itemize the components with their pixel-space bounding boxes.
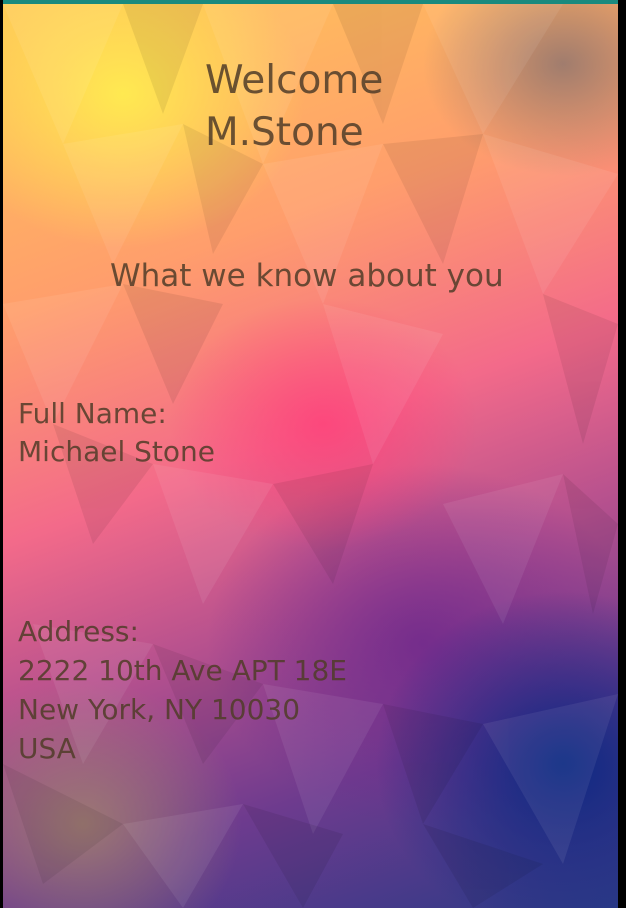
app-screen: Welcome M.Stone What we know about you Fu… bbox=[0, 0, 626, 908]
address-label: Address: bbox=[18, 615, 139, 648]
address-block: Address: 2222 10th Ave APT 18E New York,… bbox=[18, 612, 347, 768]
right-border bbox=[618, 0, 626, 908]
address-line-2: New York, NY 10030 bbox=[18, 693, 301, 726]
welcome-line-1: Welcome bbox=[205, 58, 384, 103]
address-line-3: USA bbox=[18, 732, 76, 765]
welcome-user-name: M.Stone bbox=[205, 110, 364, 155]
address-line-1: 2222 10th Ave APT 18E bbox=[18, 654, 347, 687]
full-name-value: Michael Stone bbox=[18, 435, 215, 468]
full-name-block: Full Name: Michael Stone bbox=[18, 395, 215, 471]
section-subtitle: What we know about you bbox=[110, 258, 504, 294]
welcome-heading: Welcome M.Stone bbox=[205, 55, 383, 159]
full-name-label: Full Name: bbox=[18, 397, 167, 430]
